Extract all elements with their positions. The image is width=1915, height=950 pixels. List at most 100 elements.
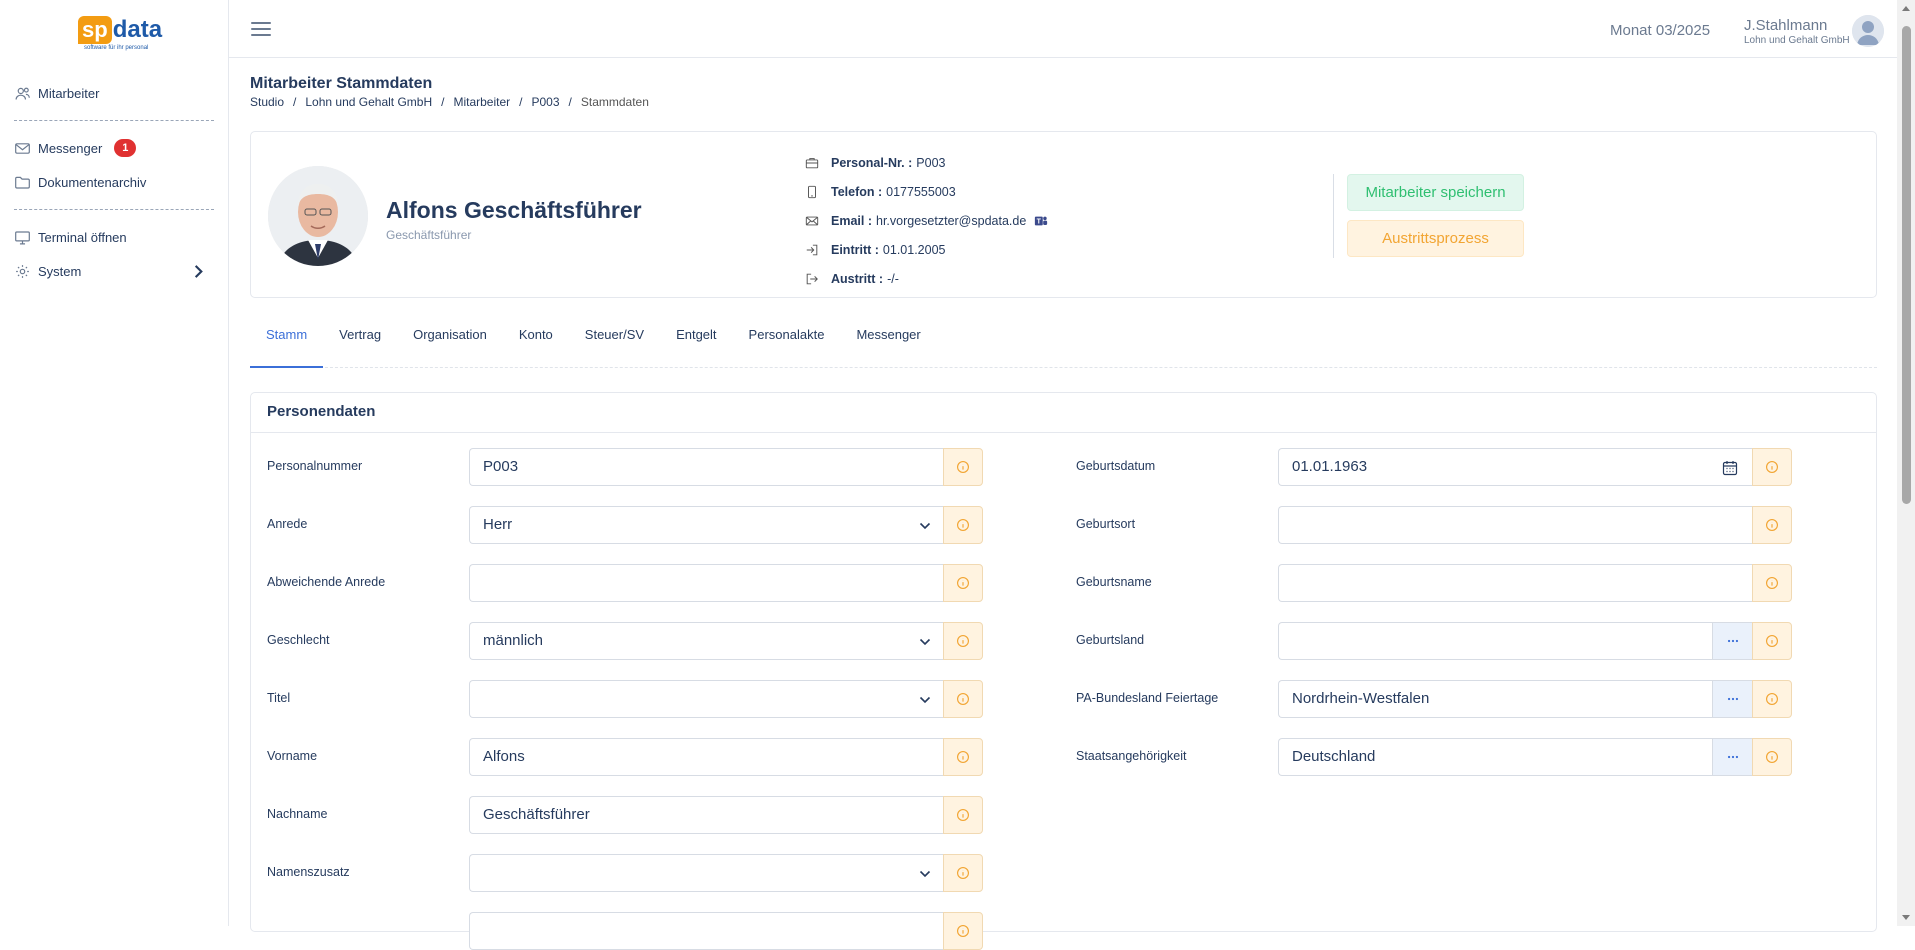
- info-icon[interactable]: [943, 912, 983, 950]
- austritt-label: Austritt :: [831, 271, 884, 286]
- info-icon[interactable]: [943, 622, 983, 660]
- breadcrumb-studio[interactable]: Studio: [250, 95, 284, 109]
- next-field-partial: [469, 912, 983, 950]
- tab-messenger[interactable]: Messenger: [840, 322, 936, 368]
- user-company: Lohn und Gehalt GmbH: [1744, 35, 1850, 46]
- sidebar-item-mitarbeiter[interactable]: Mitarbeiter: [14, 76, 214, 110]
- personalnummer-field: P003: [469, 448, 983, 486]
- geburtsort-input[interactable]: [1278, 506, 1752, 544]
- page-title: Mitarbeiter Stammdaten: [250, 75, 433, 92]
- next-field-input[interactable]: [469, 912, 943, 950]
- vertical-divider: [1333, 174, 1334, 258]
- info-icon[interactable]: [1752, 564, 1792, 602]
- label-anrede: Anrede: [267, 517, 308, 531]
- nachname-input[interactable]: Geschäftsführer: [469, 796, 943, 834]
- email-value[interactable]: hr.vorgesetzter@spdata.de: [876, 214, 1026, 228]
- info-icon[interactable]: [943, 796, 983, 834]
- breadcrumb-mitarbeiter[interactable]: Mitarbeiter: [453, 95, 510, 109]
- scroll-up-icon[interactable]: [1902, 6, 1910, 11]
- sidebar-divider: [14, 209, 214, 210]
- tab-steuer-sv[interactable]: Steuer/SV: [569, 322, 660, 368]
- personalnummer-input[interactable]: P003: [469, 448, 943, 486]
- geburtsdatum-input[interactable]: 01.01.1963: [1278, 448, 1752, 486]
- sidebar-item-dokumentenarchiv[interactable]: Dokumentenarchiv: [14, 165, 214, 199]
- info-icon[interactable]: [943, 564, 983, 602]
- more-icon[interactable]: [1712, 738, 1752, 776]
- teams-icon[interactable]: T: [1034, 214, 1048, 228]
- anrede-select[interactable]: Herr: [469, 506, 943, 544]
- breadcrumb-company[interactable]: Lohn und Gehalt GmbH: [305, 95, 432, 109]
- employee-name: Alfons Geschäftsführer: [386, 197, 642, 223]
- info-icon[interactable]: [1752, 506, 1792, 544]
- personal-nr-value: P003: [916, 155, 946, 170]
- tab-organisation[interactable]: Organisation: [397, 322, 503, 368]
- breadcrumb-current: Stammdaten: [580, 95, 649, 109]
- sidebar-item-messenger[interactable]: Messenger 1: [14, 131, 214, 165]
- info-icon[interactable]: [943, 854, 983, 892]
- menu-toggle-icon[interactable]: [251, 22, 271, 38]
- scrollbar-thumb[interactable]: [1902, 26, 1911, 504]
- more-icon[interactable]: [1712, 622, 1752, 660]
- geburtsname-input[interactable]: [1278, 564, 1752, 602]
- section-title: Personendaten: [251, 393, 1876, 433]
- staatsangehoerigkeit-input[interactable]: Deutschland: [1278, 738, 1712, 776]
- tab-konto[interactable]: Konto: [503, 322, 569, 368]
- page-scrollbar[interactable]: [1897, 0, 1915, 926]
- info-austritt: Austritt : -/-: [805, 264, 1060, 293]
- namenszusatz-select[interactable]: [469, 854, 943, 892]
- abweichende-anrede-input[interactable]: [469, 564, 943, 602]
- geburtsdatum-field: 01.01.1963: [1278, 448, 1792, 486]
- info-icon[interactable]: [1752, 738, 1792, 776]
- users-icon: [15, 87, 30, 100]
- user-avatar[interactable]: [1852, 15, 1884, 47]
- chevron-down-icon: [919, 638, 931, 646]
- tab-personalakte[interactable]: Personalakte: [733, 322, 841, 368]
- tab-entgelt[interactable]: Entgelt: [660, 322, 732, 368]
- tab-vertrag[interactable]: Vertrag: [323, 322, 397, 368]
- pa-bundesland-input[interactable]: Nordrhein-Westfalen: [1278, 680, 1712, 718]
- user-menu[interactable]: J.Stahlmann Lohn und Gehalt GmbH: [1744, 17, 1850, 46]
- info-icon[interactable]: [943, 738, 983, 776]
- sidebar-item-label: System: [38, 263, 82, 279]
- geburtsland-input[interactable]: [1278, 622, 1712, 660]
- titel-select[interactable]: [469, 680, 943, 718]
- spdata-logo[interactable]: sp data software für ihr personal: [78, 16, 168, 54]
- calendar-icon[interactable]: [1722, 460, 1738, 476]
- phone-icon: [808, 185, 816, 198]
- sidebar-item-system[interactable]: System: [14, 254, 214, 288]
- info-icon[interactable]: [943, 506, 983, 544]
- geburtsort-field: [1278, 506, 1792, 544]
- pa-bundesland-field: Nordrhein-Westfalen: [1278, 680, 1792, 718]
- sidebar-divider: [14, 120, 214, 121]
- breadcrumb-employee[interactable]: P003: [532, 95, 560, 109]
- info-icon[interactable]: [1752, 622, 1792, 660]
- info-icon[interactable]: [1752, 680, 1792, 718]
- logo-data: data: [112, 16, 163, 43]
- label-abweichende-anrede: Abweichende Anrede: [267, 575, 386, 589]
- payroll-month[interactable]: Monat 03/2025: [1610, 22, 1710, 39]
- chevron-down-icon: [919, 696, 931, 704]
- monitor-icon: [15, 230, 30, 244]
- geschlecht-select[interactable]: männlich: [469, 622, 943, 660]
- label-geburtsort: Geburtsort: [1076, 517, 1136, 531]
- info-icon[interactable]: [943, 680, 983, 718]
- info-icon[interactable]: [1752, 448, 1792, 486]
- more-icon[interactable]: [1712, 680, 1752, 718]
- tab-stamm[interactable]: Stamm: [250, 322, 324, 368]
- scroll-down-icon[interactable]: [1902, 915, 1910, 920]
- geburtsname-field: [1278, 564, 1792, 602]
- anrede-value: Herr: [483, 516, 513, 533]
- sidebar-item-terminal[interactable]: Terminal öffnen: [14, 220, 214, 254]
- vorname-input[interactable]: Alfons: [469, 738, 943, 776]
- gear-icon: [16, 264, 29, 278]
- telefon-value: 0177555003: [886, 184, 956, 199]
- info-icon[interactable]: [943, 448, 983, 486]
- exit-process-button[interactable]: Austrittsprozess: [1347, 220, 1524, 257]
- save-employee-button[interactable]: Mitarbeiter speichern: [1347, 174, 1524, 211]
- info-eintritt: Eintritt : 01.01.2005: [805, 235, 1060, 264]
- personal-nr-label: Personal-Nr. :: [831, 155, 913, 170]
- mail-icon: [15, 142, 30, 154]
- label-personalnummer: Personalnummer: [267, 459, 363, 473]
- sidebar-nav: Mitarbeiter Messenger 1 Dokumentenarchiv…: [14, 76, 214, 288]
- topbar: Monat 03/2025 J.Stahlmann Lohn und Gehal…: [229, 0, 1897, 58]
